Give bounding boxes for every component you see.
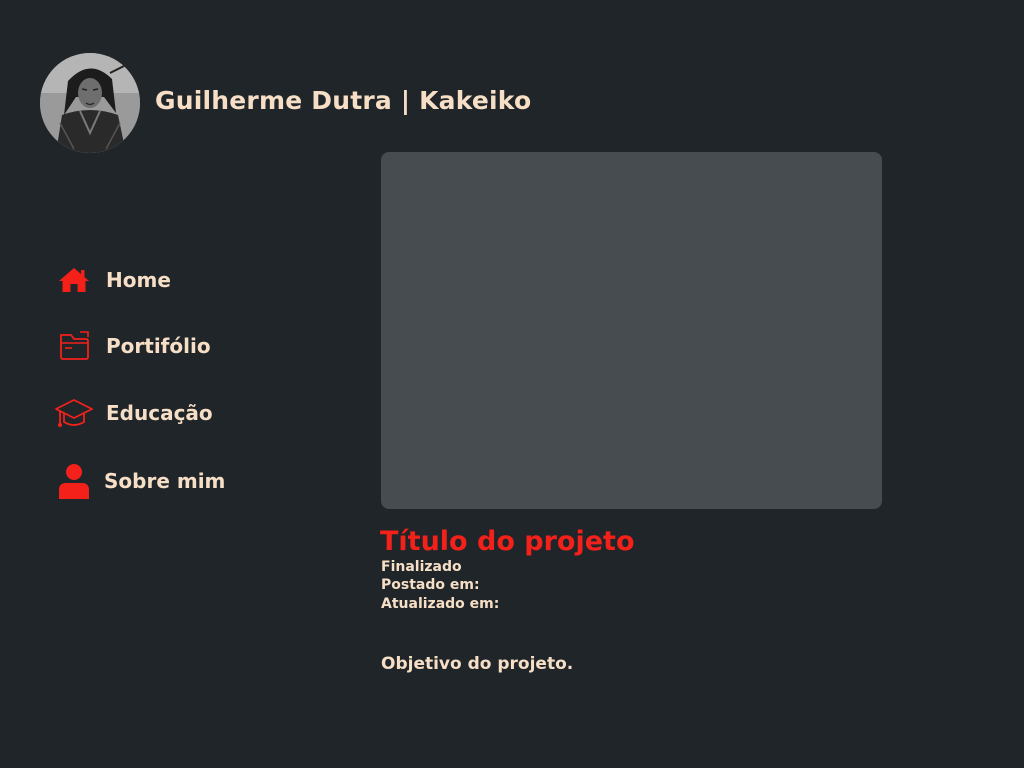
nav-item-label: Home — [106, 268, 171, 292]
nav-item-label: Sobre mim — [104, 469, 226, 493]
project-status: Finalizado — [381, 559, 462, 575]
project-image-placeholder — [381, 152, 882, 509]
site-title: Guilherme Dutra | Kakeiko — [155, 86, 532, 115]
nav-item-education[interactable]: Educação — [54, 395, 213, 431]
nav-item-label: Portifólio — [106, 334, 211, 358]
nav-item-about[interactable]: Sobre mim — [56, 462, 225, 500]
project-posted-label: Postado em: — [381, 577, 480, 593]
nav-item-home[interactable]: Home — [56, 266, 171, 294]
folder-icon — [56, 330, 92, 362]
nav-item-portfolio[interactable]: Portifólio — [56, 330, 211, 362]
page: Guilherme Dutra | Kakeiko Home Portifóli… — [0, 0, 1024, 768]
user-icon — [56, 462, 92, 500]
project-objective: Objetivo do projeto. — [381, 654, 574, 674]
home-icon — [56, 266, 92, 294]
nav-item-label: Educação — [106, 401, 213, 425]
graduation-cap-icon — [54, 395, 94, 431]
project-updated-label: Atualizado em: — [381, 596, 500, 612]
avatar-portrait — [40, 53, 140, 153]
project-title: Título do projeto — [380, 526, 635, 557]
avatar[interactable] — [40, 53, 140, 153]
